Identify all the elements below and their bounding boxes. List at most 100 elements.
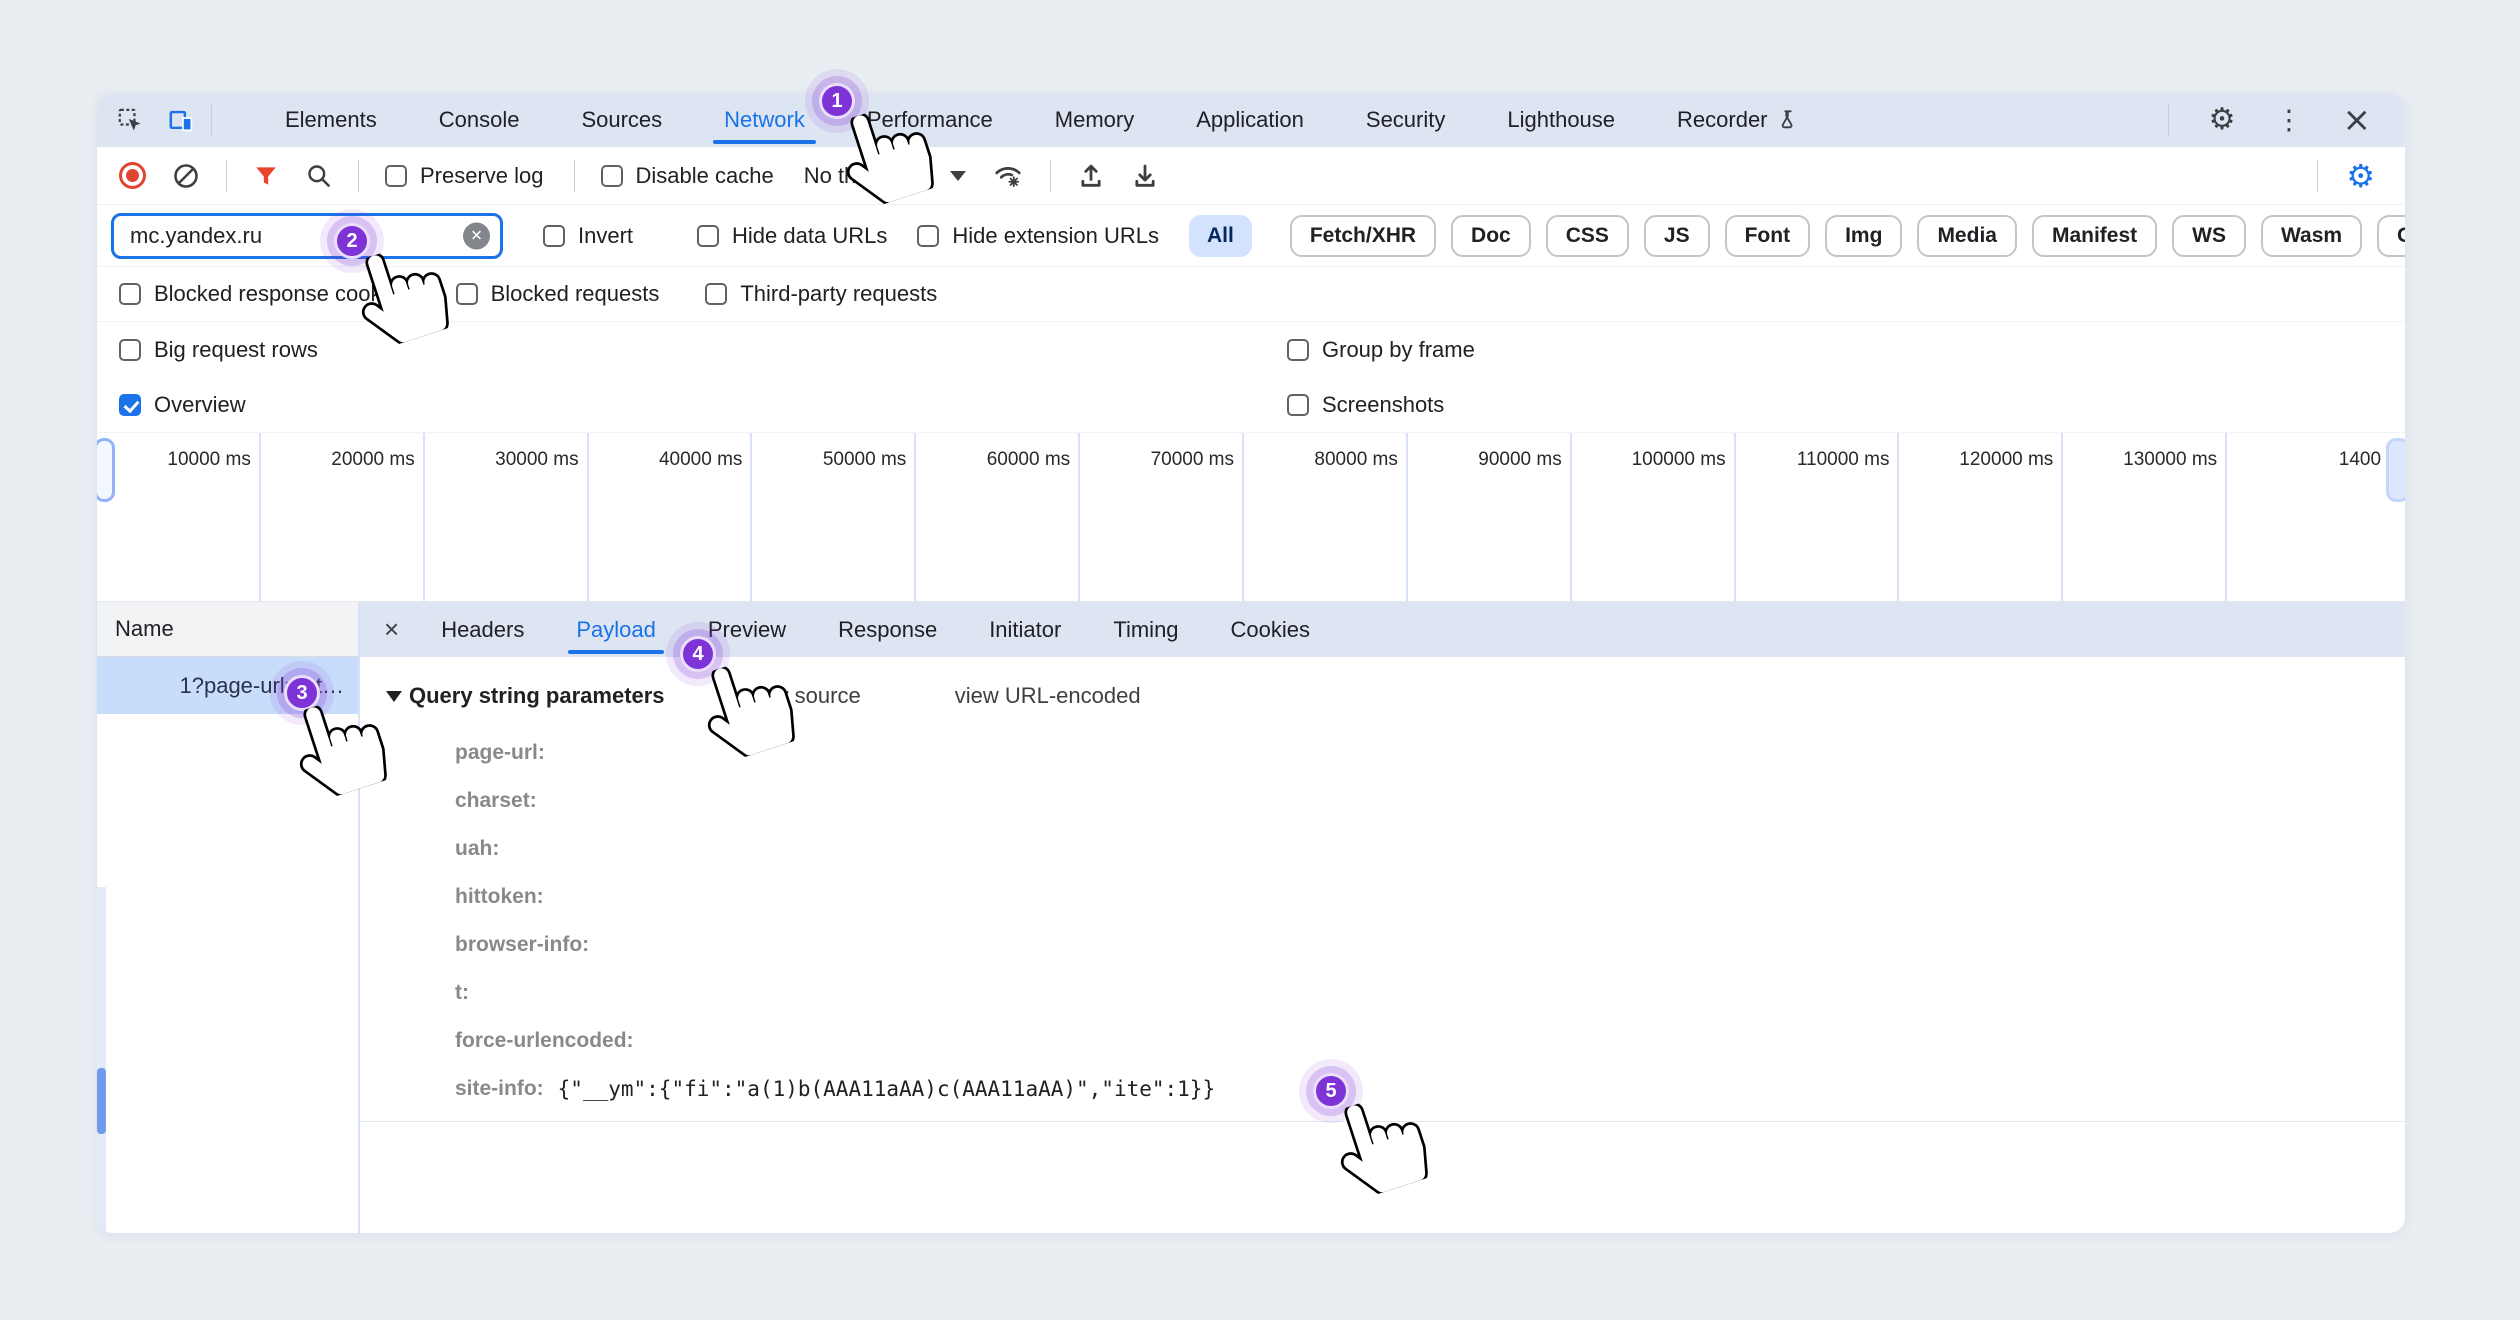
filter-input[interactable]: [111, 213, 503, 259]
timeline-tick: 90000 ms: [1408, 433, 1572, 601]
network-settings-gear-icon[interactable]: ⚙: [2346, 160, 2375, 192]
hide-extension-urls-checkbox[interactable]: [917, 225, 939, 247]
filter-chip-wasm[interactable]: Wasm: [2261, 215, 2362, 257]
filter-chip-media[interactable]: Media: [1917, 215, 2017, 257]
detail-tab-initiator[interactable]: Initiator: [963, 602, 1087, 657]
filter-chip-doc[interactable]: Doc: [1451, 215, 1531, 257]
tab-network[interactable]: Network: [693, 93, 836, 147]
hide-data-urls-label: Hide data URLs: [732, 223, 887, 249]
timeline-tick: 10000 ms: [97, 433, 261, 601]
scrollbar-thumb[interactable]: [97, 1068, 106, 1134]
step-marker-1: 1: [819, 83, 855, 119]
tab-elements[interactable]: Elements: [254, 93, 408, 147]
filter-chip-other[interactable]: Other: [2377, 215, 2405, 257]
timeline-right-handle[interactable]: [2386, 438, 2405, 502]
timeline-tick-truncated: 1400: [2227, 433, 2405, 601]
invert-checkbox[interactable]: [543, 225, 565, 247]
filter-chip-css[interactable]: CSS: [1546, 215, 1629, 257]
export-har-button[interactable]: [1131, 162, 1159, 190]
step-marker-4: 4: [680, 636, 716, 672]
toolbar-right-divider: [2317, 160, 2318, 192]
disable-cache-checkbox[interactable]: [601, 165, 623, 187]
detail-tab-cookies[interactable]: Cookies: [1205, 602, 1336, 657]
throttling-caret[interactable]: [950, 171, 966, 181]
network-toolbar: Preserve log Disable cache No throttling: [97, 147, 2405, 205]
timeline-tick: 80000 ms: [1244, 433, 1408, 601]
blocked-response-cookies-checkbox[interactable]: [119, 283, 141, 305]
blocked-requests-group: Blocked requests: [456, 281, 660, 307]
tab-lighthouse[interactable]: Lighthouse: [1476, 93, 1646, 147]
tab-recorder[interactable]: Recorder: [1646, 93, 1829, 147]
tab-application[interactable]: Application: [1165, 93, 1335, 147]
screenshots-checkbox[interactable]: [1287, 394, 1309, 416]
param-row-uah: uah:: [455, 825, 2405, 873]
overview-checkbox[interactable]: [119, 394, 141, 416]
inspect-element-icon[interactable]: [117, 107, 144, 134]
third-party-requests-checkbox[interactable]: [705, 283, 727, 305]
download-icon: [1131, 162, 1159, 190]
filter-chip-font[interactable]: Font: [1725, 215, 1810, 257]
preserve-log-label: Preserve log: [420, 163, 544, 189]
toolbar-divider: [226, 160, 227, 192]
param-row-browser-info: browser-info:: [455, 921, 2405, 969]
more-options-icon[interactable]: ⋮: [2276, 107, 2303, 134]
name-column-header[interactable]: Name: [97, 602, 358, 657]
third-party-requests-label: Third-party requests: [740, 281, 937, 307]
import-har-button[interactable]: [1077, 162, 1105, 190]
overview-timeline[interactable]: 10000 ms 20000 ms 30000 ms 40000 ms 5000…: [97, 432, 2405, 602]
clear-filter-icon[interactable]: ✕: [463, 222, 490, 249]
filter-chip-js[interactable]: JS: [1644, 215, 1710, 257]
invert-group: Invert: [543, 223, 633, 249]
timeline-tick: 100000 ms: [1572, 433, 1736, 601]
tab-sources[interactable]: Sources: [550, 93, 693, 147]
record-button[interactable]: [119, 162, 146, 189]
preserve-log-checkbox[interactable]: [385, 165, 407, 187]
request-list-scrollbar[interactable]: [97, 887, 106, 1233]
screenshots-label: Screenshots: [1322, 392, 1444, 418]
detail-tab-payload[interactable]: Payload: [550, 602, 682, 657]
clear-button[interactable]: [172, 162, 200, 190]
network-toolbar-right: ⚙: [2317, 160, 2405, 192]
timeline-left-handle[interactable]: [97, 438, 115, 502]
timeline-tick: 70000 ms: [1080, 433, 1244, 601]
view-url-encoded-link[interactable]: view URL-encoded: [955, 683, 1141, 709]
tabbar-divider: [211, 104, 212, 136]
filter-chip-all[interactable]: All: [1189, 215, 1252, 257]
tab-console[interactable]: Console: [408, 93, 551, 147]
group-by-frame-checkbox[interactable]: [1287, 339, 1309, 361]
device-toolbar-icon[interactable]: [168, 107, 195, 134]
close-devtools-icon[interactable]: ×: [2343, 103, 2372, 137]
filter-toggle-button[interactable]: [253, 163, 279, 189]
third-party-requests-group: Third-party requests: [705, 281, 937, 307]
group-by-frame-group: Group by frame: [1287, 337, 1475, 363]
timeline-tick: 40000 ms: [589, 433, 753, 601]
filter-chip-ws[interactable]: WS: [2172, 215, 2246, 257]
triangle-down-icon[interactable]: [386, 691, 402, 702]
hide-data-urls-checkbox[interactable]: [697, 225, 719, 247]
search-button[interactable]: [305, 162, 332, 189]
tab-security[interactable]: Security: [1335, 93, 1476, 147]
close-detail-icon[interactable]: ×: [384, 602, 399, 657]
toolbar-divider4: [1050, 160, 1051, 192]
requests-split-panel: Name 1?page-url=htt… × Headers Payload P…: [97, 602, 2405, 1233]
overview-options-row: Overview Screenshots: [97, 377, 2405, 432]
step-marker-5: 5: [1313, 1073, 1349, 1109]
filter-chip-manifest[interactable]: Manifest: [2032, 215, 2157, 257]
blocked-requests-checkbox[interactable]: [456, 283, 478, 305]
filter-chip-fetchxhr[interactable]: Fetch/XHR: [1290, 215, 1436, 257]
query-string-parameters-title[interactable]: Query string parameters: [409, 683, 665, 709]
param-list: page-url: charset: uah: hittoken:: [360, 709, 2405, 1113]
tab-memory[interactable]: Memory: [1024, 93, 1165, 147]
big-request-rows-checkbox[interactable]: [119, 339, 141, 361]
timeline-tick: 50000 ms: [752, 433, 916, 601]
settings-gear-icon[interactable]: ⚙: [2209, 105, 2236, 135]
timeline-tick: 20000 ms: [261, 433, 425, 601]
hide-data-urls-group: Hide data URLs: [697, 223, 887, 249]
big-request-rows-group: Big request rows: [119, 337, 318, 363]
chevron-down-icon: [950, 171, 966, 181]
detail-tab-timing[interactable]: Timing: [1087, 602, 1204, 657]
detail-tab-response[interactable]: Response: [812, 602, 963, 657]
detail-tab-headers[interactable]: Headers: [415, 602, 550, 657]
filter-chip-img[interactable]: Img: [1825, 215, 1902, 257]
network-conditions-button[interactable]: [992, 161, 1024, 191]
